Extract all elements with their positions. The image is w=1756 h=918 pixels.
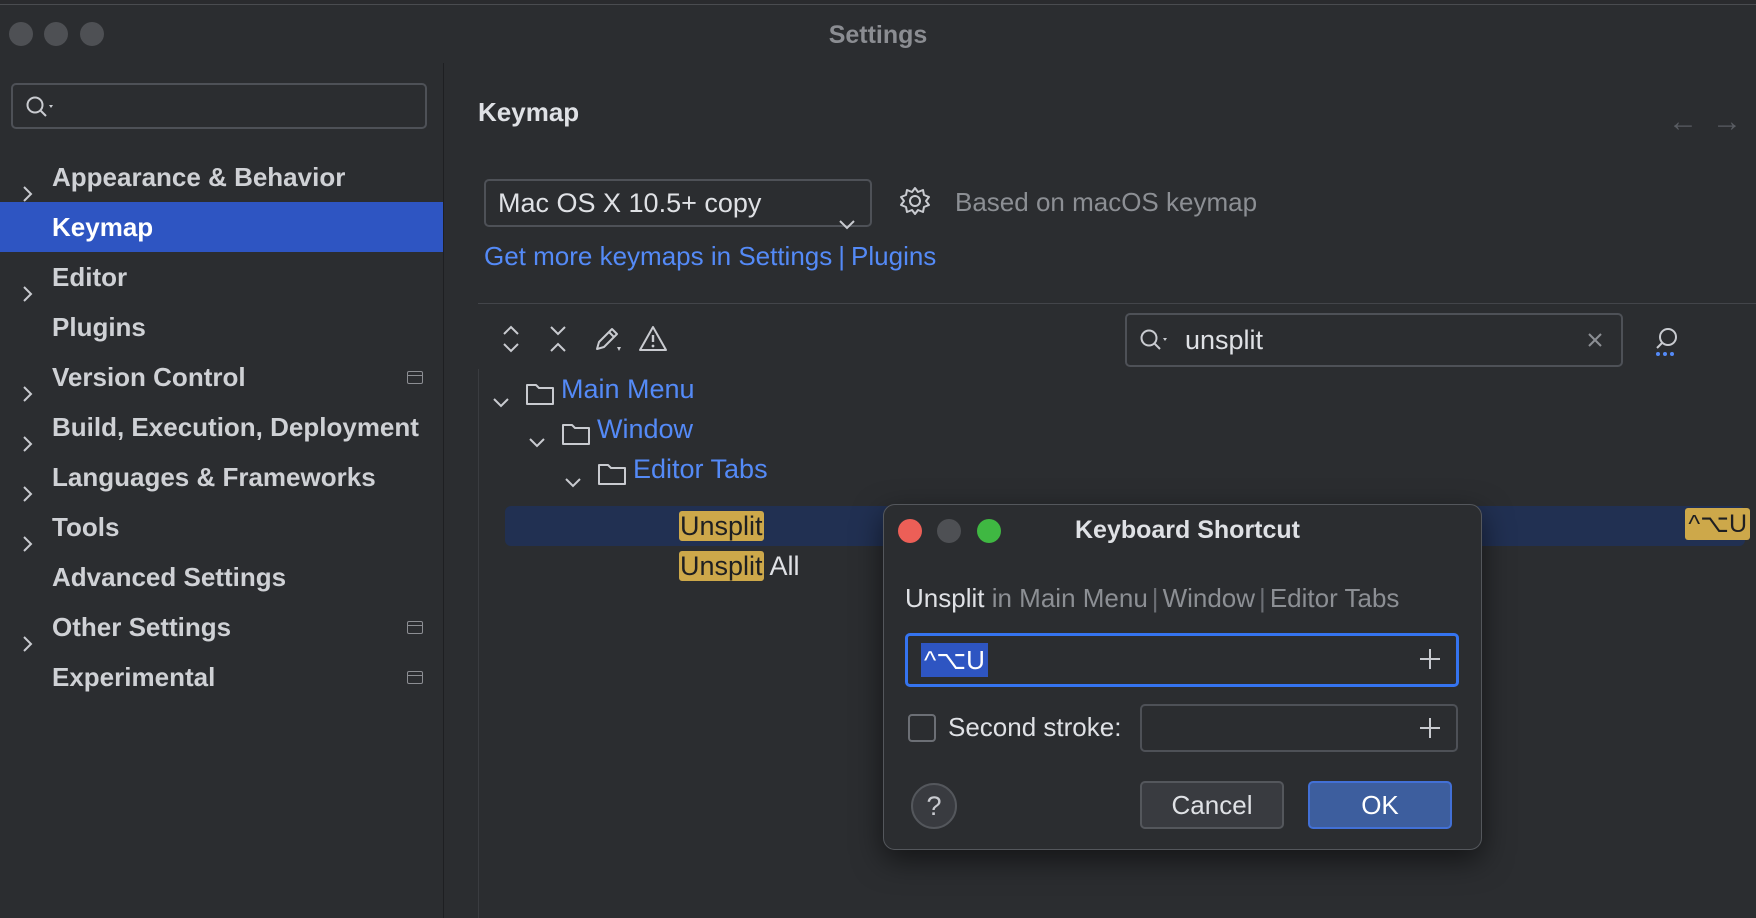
sidebar-item-advanced-settings[interactable]: Advanced Settings: [0, 552, 443, 602]
tree-label: Editor Tabs: [633, 454, 768, 484]
sidebar-item-label: Appearance & Behavior: [52, 162, 346, 192]
keymap-select-value: Mac OS X 10.5+ copy: [498, 188, 762, 218]
keymap-select[interactable]: Mac OS X 10.5+ copy: [484, 179, 872, 230]
sidebar-item-build-execution-deployment[interactable]: Build, Execution, Deployment: [0, 402, 443, 452]
action-name: Unsplit: [905, 583, 985, 613]
sidebar-item-label: Tools: [52, 512, 120, 542]
ok-button[interactable]: OK: [1308, 781, 1452, 829]
divider: [478, 303, 1756, 304]
clear-icon[interactable]: [1585, 330, 1605, 355]
keymap-links: Get more keymaps in Settings | Plugins: [484, 241, 936, 272]
sidebar-item-label: Editor: [52, 262, 128, 292]
sidebar-item-version-control[interactable]: Version Control: [0, 352, 443, 402]
help-button[interactable]: ?: [911, 783, 957, 829]
folder-icon: [597, 457, 627, 497]
sidebar-item-appearance-behavior[interactable]: Appearance & Behavior: [0, 152, 443, 202]
warning-icon[interactable]: [637, 323, 669, 360]
project-level-icon: [407, 371, 423, 384]
second-stroke-label: Second stroke:: [948, 712, 1122, 742]
sidebar-item-label: Experimental: [52, 662, 216, 692]
based-on-label: Based on macOS keymap: [955, 187, 1258, 217]
find-by-shortcut-icon[interactable]: [1651, 325, 1685, 364]
second-stroke-input[interactable]: [1140, 704, 1458, 752]
sidebar-item-keymap[interactable]: Keymap: [0, 202, 443, 252]
search-match: Unsplit: [679, 511, 764, 541]
settings-search-input[interactable]: [11, 83, 427, 129]
path-window: Window: [1162, 583, 1256, 613]
second-stroke-checkbox[interactable]: [908, 714, 936, 742]
chevron-down-icon: [527, 421, 547, 461]
path-separator: |: [1151, 583, 1159, 613]
back-arrow-icon[interactable]: ←: [1668, 105, 1712, 138]
filter-value: unsplit: [1185, 325, 1264, 355]
plus-icon[interactable]: [1418, 647, 1442, 676]
link-separator: |: [838, 241, 846, 271]
path-main-menu: in Main Menu: [984, 583, 1148, 613]
expand-all-icon[interactable]: [497, 323, 525, 360]
tree-label: Window: [597, 414, 694, 444]
settings-window: Settings Appearance & Behavior Keymap Edit…: [0, 4, 1756, 918]
first-stroke-input[interactable]: ^⌥U: [905, 633, 1459, 687]
chevron-down-icon: [563, 461, 583, 501]
settings-nav: Appearance & Behavior Keymap Editor Plugins…: [0, 152, 443, 702]
first-stroke-value: ^⌥U: [921, 643, 988, 677]
plugins-link[interactable]: Plugins: [851, 241, 936, 271]
sidebar-item-editor[interactable]: Editor: [0, 252, 443, 302]
title-bar: Settings: [0, 5, 1756, 63]
collapse-all-icon[interactable]: [544, 323, 572, 360]
chevron-down-icon: [491, 381, 511, 421]
sidebar-item-label: Version Control: [52, 362, 246, 392]
dialog-title: Keyboard Shortcut: [1074, 516, 1301, 544]
forward-arrow-icon[interactable]: →: [1712, 105, 1756, 138]
project-level-icon: [407, 671, 423, 684]
cancel-button[interactable]: Cancel: [1140, 781, 1284, 829]
sidebar-item-label: Languages & Frameworks: [52, 462, 376, 492]
folder-icon: [561, 417, 591, 457]
get-more-keymaps-link[interactable]: Get more keymaps in Settings: [484, 241, 832, 271]
tree-action-unsplit-all[interactable]: Unsplit All: [679, 546, 800, 586]
chevron-down-icon: [838, 199, 856, 243]
sidebar-item-plugins[interactable]: Plugins: [0, 302, 443, 352]
tree-label: Main Menu: [561, 374, 695, 404]
sidebar-item-label: Keymap: [52, 212, 154, 242]
sidebar-item-label: Other Settings: [52, 612, 232, 642]
project-level-icon: [407, 621, 423, 634]
gear-icon[interactable]: [897, 183, 933, 224]
settings-sidebar: Appearance & Behavior Keymap Editor Plugins…: [0, 63, 444, 918]
sidebar-item-label: Plugins: [52, 312, 146, 342]
action-filter-input[interactable]: unsplit: [1125, 313, 1623, 367]
edit-pencil-icon[interactable]: [591, 323, 623, 360]
sidebar-item-languages-frameworks[interactable]: Languages & Frameworks: [0, 452, 443, 502]
search-match: Unsplit: [679, 551, 764, 581]
sidebar-item-other-settings[interactable]: Other Settings: [0, 602, 443, 652]
keyboard-shortcut-dialog: Keyboard Shortcut Unsplit in Main Menu | W…: [883, 504, 1482, 850]
search-icon: [1139, 328, 1173, 357]
shortcut-badge: ^⌥U: [1685, 508, 1750, 540]
page-title: Keymap: [478, 97, 580, 127]
search-icon: [25, 95, 59, 124]
sidebar-item-label: Advanced Settings: [52, 562, 287, 592]
path-editor-tabs: Editor Tabs: [1269, 583, 1400, 613]
action-label-rest: All: [763, 551, 800, 581]
window-title: Settings: [828, 21, 928, 49]
path-separator: |: [1259, 583, 1266, 613]
history-nav: ←→: [1668, 105, 1756, 139]
sidebar-item-label: Build, Execution, Deployment: [52, 412, 419, 442]
tree-action-unsplit[interactable]: Unsplit: [679, 506, 764, 546]
action-path: Unsplit in Main Menu | Window | Editor Tabs: [905, 583, 1399, 614]
sidebar-item-tools[interactable]: Tools: [0, 502, 443, 552]
sidebar-item-experimental[interactable]: Experimental: [0, 652, 443, 702]
folder-icon: [525, 377, 555, 417]
plus-icon[interactable]: [1418, 716, 1442, 745]
